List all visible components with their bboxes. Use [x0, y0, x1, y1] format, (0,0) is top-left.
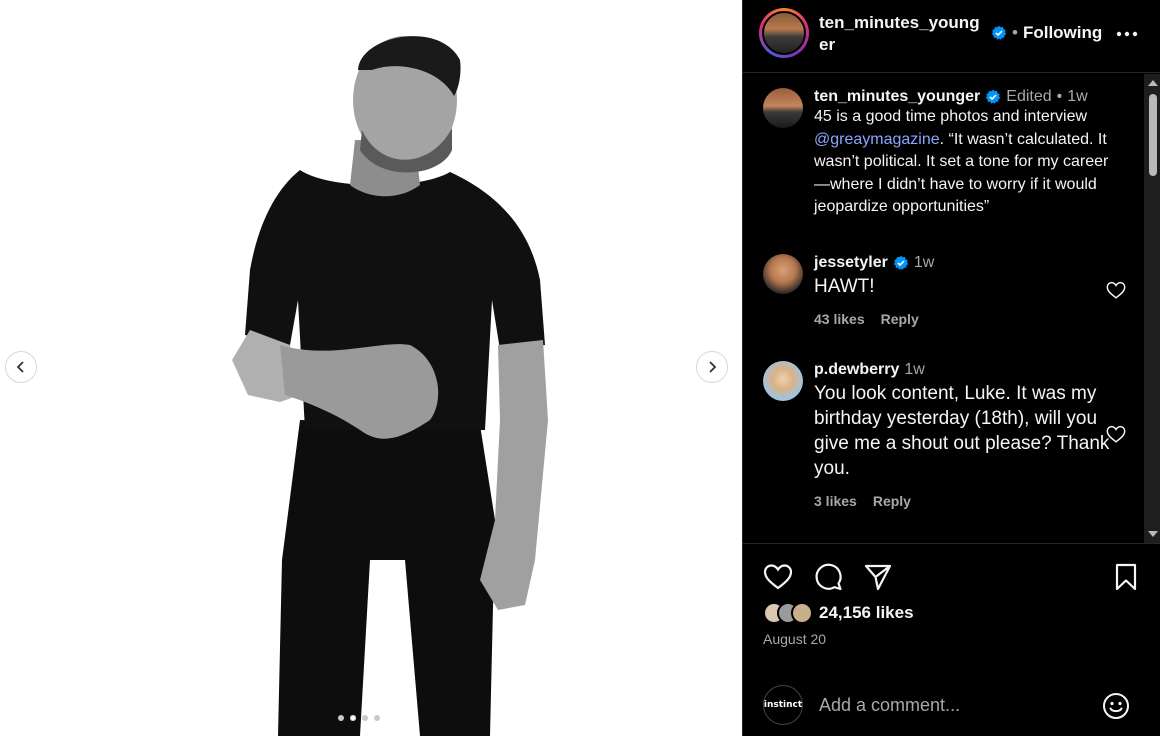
heart-icon[interactable] — [1105, 279, 1127, 301]
post-date[interactable]: August 20 — [763, 631, 826, 647]
chevron-left-icon — [16, 361, 24, 373]
comment-composer: instinct — [743, 677, 1160, 736]
author-avatar[interactable] — [759, 8, 809, 58]
scrollbar-thumb[interactable] — [1149, 94, 1157, 176]
meta-separator: • — [1012, 23, 1018, 42]
paper-plane-icon[interactable] — [862, 561, 894, 593]
comment-reply-button[interactable]: Reply — [873, 493, 911, 509]
post-photo — [0, 0, 742, 736]
comment-text: You look content, Luke. It was my birthd… — [814, 383, 1110, 479]
comment-reply-button[interactable]: Reply — [881, 311, 919, 327]
comment-time[interactable]: 1w — [904, 361, 924, 379]
edited-label: Edited — [1006, 88, 1052, 105]
post-header: ten_minutes_younger • Following — [743, 0, 1160, 73]
caption-avatar[interactable] — [763, 88, 803, 128]
comment-avatar[interactable] — [763, 361, 803, 401]
caption-time[interactable]: 1w — [1067, 88, 1087, 106]
carousel-next-button[interactable] — [696, 351, 728, 383]
verified-badge-icon — [986, 89, 1001, 104]
caption-dot: • — [1056, 88, 1063, 105]
liker-avatar — [791, 602, 813, 624]
comment-username[interactable]: jessetyler — [814, 254, 888, 272]
post-caption: ten_minutes_younger Edited • 1w 45 is a … — [763, 88, 1133, 238]
post-side-panel: ten_minutes_younger • Following ten_minu… — [742, 0, 1160, 736]
comment-item: jessetyler 1w HAWT! 43 likes Reply — [763, 254, 1133, 344]
author-username[interactable]: ten_minutes_younger — [819, 12, 989, 56]
author-meta: • Following — [991, 23, 1102, 43]
following-button[interactable]: Following — [1023, 23, 1102, 43]
verified-badge-icon — [991, 25, 1007, 40]
chevron-right-icon — [709, 361, 717, 373]
likes-count[interactable]: 24,156 likes — [819, 603, 914, 623]
caption-username[interactable]: ten_minutes_younger — [814, 88, 980, 106]
viewer-avatar[interactable]: instinct — [763, 685, 803, 725]
caption-text: 45 is a good time photos and interview @… — [814, 106, 1124, 219]
comment-item: p.dewberry 1w You look content, Luke. It… — [763, 361, 1133, 521]
carousel-dot — [362, 715, 368, 721]
comment-likes[interactable]: 3 likes — [814, 493, 857, 509]
comment-username[interactable]: p.dewberry — [814, 361, 899, 379]
comment-likes[interactable]: 43 likes — [814, 311, 865, 327]
comments-list[interactable]: ten_minutes_younger Edited • 1w 45 is a … — [743, 74, 1160, 543]
smiley-icon[interactable] — [1101, 691, 1131, 721]
verified-badge-icon — [893, 255, 909, 270]
heart-icon[interactable] — [762, 561, 794, 593]
scroll-down-arrow-icon[interactable] — [1148, 531, 1158, 537]
comment-bubble-icon[interactable] — [812, 561, 844, 593]
bookmark-icon[interactable] — [1110, 561, 1142, 593]
add-comment-input[interactable] — [819, 693, 1089, 717]
post-media — [0, 0, 742, 736]
likes-summary[interactable]: 24,156 likes — [763, 602, 914, 624]
comment-avatar[interactable] — [763, 254, 803, 294]
carousel-indicator — [338, 715, 380, 721]
caption-mention-link[interactable]: @greaymagazine — [814, 131, 940, 148]
scroll-up-arrow-icon[interactable] — [1148, 80, 1158, 86]
heart-icon[interactable] — [1105, 423, 1127, 445]
comment-time[interactable]: 1w — [914, 254, 934, 272]
viewer-avatar-text: instinct — [763, 700, 803, 710]
carousel-dot — [350, 715, 356, 721]
caption-text-part: 45 is a good time photos and interview — [814, 108, 1088, 125]
comments-scrollbar[interactable] — [1144, 74, 1160, 543]
carousel-prev-button[interactable] — [5, 351, 37, 383]
more-horizontal-icon[interactable] — [1115, 24, 1139, 44]
post-actions: 24,156 likes August 20 instinct — [743, 543, 1160, 736]
carousel-dot — [374, 715, 380, 721]
carousel-dot — [338, 715, 344, 721]
comment-text: HAWT! — [814, 276, 875, 297]
